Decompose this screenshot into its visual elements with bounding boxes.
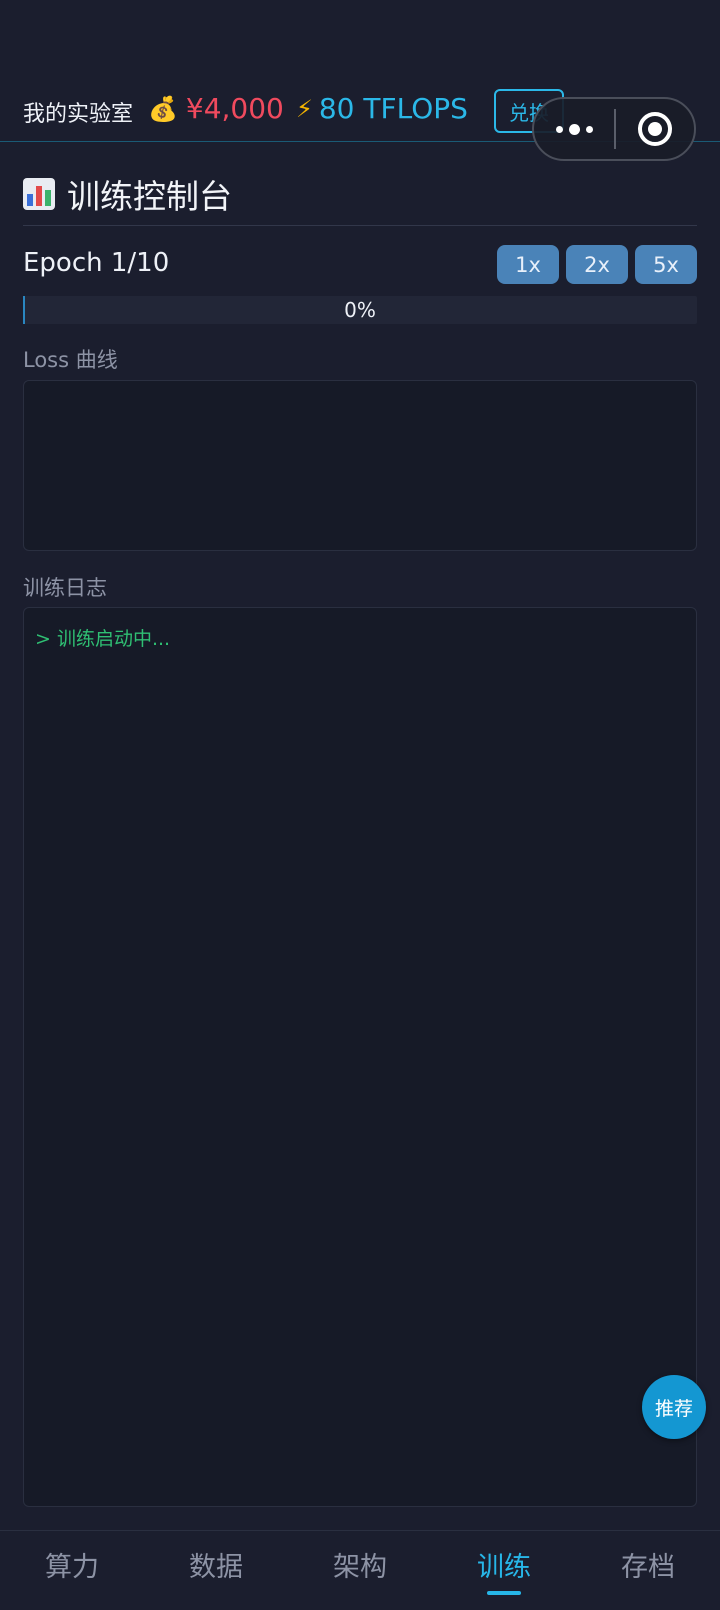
compute-value: 80 TFLOPS [318,92,468,125]
chart-icon-bar [45,190,51,206]
lab-title: 我的实验室 [23,102,134,127]
progress-text: 0% [344,298,376,322]
money-value: ¥4,000 [185,92,284,125]
more-dot-right [585,125,593,133]
nav-item-architecture[interactable]: 架构 [288,1531,432,1610]
nav-item-compute[interactable]: 算力 [0,1531,144,1610]
loss-curve-label: Loss 曲线 [23,348,118,372]
money-display: 💰 ¥4,000 [148,92,284,125]
training-progress-bar: 0% [23,296,697,324]
speed-selector: 1x 2x 5x [497,245,697,284]
nav-item-label: 存档 [621,1552,675,1583]
console-header: 训练控制台 [23,170,232,218]
recommend-button[interactable]: 推荐 [642,1375,706,1439]
target-core [648,122,662,136]
active-tab-indicator [487,1591,521,1595]
more-dots-icon [555,125,563,133]
more-dot-center [568,123,580,135]
more-button[interactable] [534,99,614,159]
target-circle-icon [638,112,672,146]
compute-display: ⚡ 80 TFLOPS [296,92,468,125]
training-log-panel[interactable]: > 训练启动中... [23,607,697,1507]
nav-item-label: 架构 [333,1552,387,1583]
speed-1x-button[interactable]: 1x [497,245,559,284]
bottom-nav: 算力 数据 架构 训练 存档 [0,1530,720,1610]
money-bag-icon: 💰 [148,94,178,123]
nav-item-label: 算力 [45,1552,99,1583]
title-divider [23,225,697,226]
speed-2x-button[interactable]: 2x [566,245,628,284]
training-log-label: 训练日志 [23,576,107,600]
nav-item-data[interactable]: 数据 [144,1531,288,1610]
loss-curve-chart [23,380,697,551]
epoch-label: Epoch 1/10 [23,248,170,278]
console-title: 训练控制台 [67,177,232,216]
log-line: > 训练启动中... [35,628,171,650]
bar-chart-icon [23,178,55,210]
close-button[interactable] [616,99,694,159]
nav-item-label: 训练 [477,1552,531,1583]
nav-item-archive[interactable]: 存档 [576,1531,720,1610]
chart-icon-bar [36,186,42,206]
nav-item-label: 数据 [189,1552,243,1583]
lightning-icon: ⚡ [296,94,313,123]
speed-5x-button[interactable]: 5x [635,245,697,284]
nav-item-training[interactable]: 训练 [432,1531,576,1610]
mini-program-capsule [532,97,696,161]
chart-icon-bar [27,194,33,206]
